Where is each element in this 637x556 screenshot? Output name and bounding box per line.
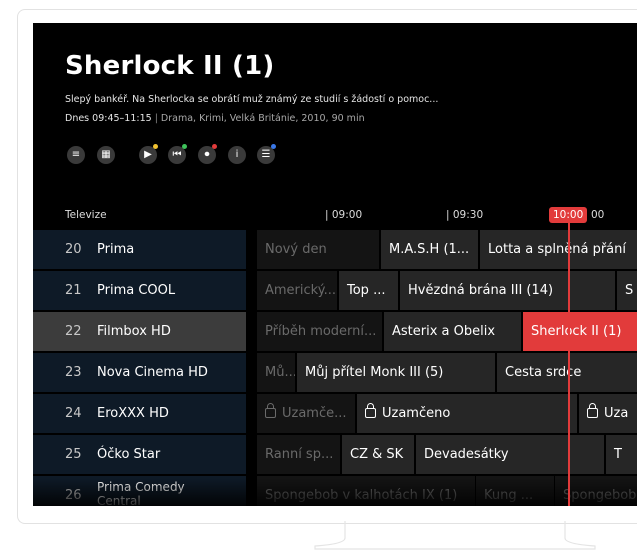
- program-cell[interactable]: CZ & SK: [342, 435, 414, 474]
- meta-separator: |: [154, 113, 158, 124]
- status-dot: [271, 144, 276, 149]
- status-dot: [182, 144, 187, 149]
- channel-row: 21 Prima COOL Americký... Top ... Hvězdná br…: [33, 271, 637, 311]
- program-cell[interactable]: M.A.S.H (1...: [381, 230, 478, 269]
- program-meta: Dnes 09:45–11:15 | Drama, Krimi, Velká B…: [65, 113, 365, 124]
- channel-cell[interactable]: 20 Prima: [33, 230, 246, 269]
- channel-cell[interactable]: 24 EroXXX HD: [33, 394, 246, 433]
- channel-name: Filmbox HD: [97, 324, 171, 339]
- now-time-badge: 10:00: [549, 207, 588, 223]
- program-title: S: [625, 283, 634, 298]
- program-title: Sherlock II (1): [531, 324, 622, 339]
- channel-row: 20 Prima Nový den M.A.S.H (1... Lotta a spln…: [33, 230, 637, 270]
- program-cell[interactable]: Lotta a splněná přání: [480, 230, 637, 269]
- program-cell[interactable]: Příběh moderní...: [257, 312, 382, 351]
- lock-icon: [587, 403, 598, 418]
- program-details: Drama, Krimi, Velká Británie, 2010, 90 m…: [160, 113, 365, 124]
- timeline-header: Televize | 09:00 | 09:30 00 10:00: [33, 207, 637, 229]
- channel-row: 24 EroXXX HD Uzamče... Uzamčeno Uza: [33, 394, 637, 434]
- channel-row: 22 Filmbox HD Příběh moderní... Asterix a O…: [33, 312, 637, 352]
- status-dot: [212, 144, 217, 149]
- channel-row: 23 Nova Cinema HD Mů... Můj přítel Monk III…: [33, 353, 637, 393]
- channel-name: EroXXX HD: [97, 406, 169, 421]
- program-cell[interactable]: Sherlock II (1): [523, 312, 637, 351]
- program-title: Můj přítel Monk III (5): [305, 365, 444, 380]
- program-title: Uzamčeno: [382, 406, 451, 421]
- channel-row: 25 Óčko Star Ranní sp... CZ & SK Devadesátky…: [33, 435, 637, 475]
- program-time: Dnes 09:45–11:15: [65, 113, 152, 124]
- lock-icon: [265, 403, 276, 418]
- time-tick: | 09:30: [446, 209, 484, 221]
- channel-cell[interactable]: 25 Óčko Star: [33, 435, 246, 474]
- lock-icon: [365, 403, 376, 418]
- channel-name: Óčko Star: [97, 447, 161, 462]
- channel-number: 25: [65, 447, 82, 462]
- channel-number: 20: [65, 242, 82, 257]
- monitor-stand: [314, 521, 596, 550]
- channel-number: 24: [65, 406, 82, 421]
- channel-number: 23: [65, 365, 82, 380]
- program-title: Asterix a Obelix: [392, 324, 496, 339]
- channel-cell[interactable]: 23 Nova Cinema HD: [33, 353, 246, 392]
- info-icon[interactable]: i: [228, 146, 246, 164]
- time-tick-suffix: 00: [591, 209, 605, 221]
- program-cell[interactable]: Americký...: [257, 271, 337, 310]
- program-title: Nový den: [265, 242, 327, 257]
- program-title: Uza: [604, 406, 629, 421]
- status-dot: [153, 144, 158, 149]
- channel-number: 22: [65, 324, 82, 339]
- timeline-label: Televize: [65, 209, 107, 221]
- program-title: Sherlock II (1): [65, 51, 275, 81]
- program-title: Uzamče...: [282, 406, 347, 421]
- program-title: Ranní sp...: [265, 447, 334, 462]
- time-tick: | 09:00: [325, 209, 363, 221]
- program-title: Americký...: [265, 283, 336, 298]
- bottom-fade: [33, 478, 637, 506]
- program-title: Lotta a splněná přání: [488, 242, 626, 257]
- program-title: Příběh moderní...: [265, 324, 377, 339]
- program-description: Slepý bankéř. Na Sherlocka se obrátí muž…: [65, 94, 439, 105]
- program-cell[interactable]: Asterix a Obelix: [384, 312, 521, 351]
- program-cell[interactable]: T: [606, 435, 637, 474]
- channel-name: Nova Cinema HD: [97, 365, 208, 380]
- program-title: T: [614, 447, 622, 462]
- channel-cell[interactable]: 22 Filmbox HD: [33, 312, 246, 351]
- program-cell[interactable]: Nový den: [257, 230, 379, 269]
- program-cell[interactable]: Top ...: [339, 271, 398, 310]
- program-title: Mů...: [265, 365, 295, 380]
- tv-screen: Sherlock II (1) Slepý bankéř. Na Sherloc…: [33, 23, 637, 506]
- channel-name: Prima COOL: [97, 283, 176, 298]
- program-title: M.A.S.H (1...: [389, 242, 470, 257]
- calendar-icon[interactable]: ▦: [97, 146, 115, 164]
- program-title: Top ...: [347, 283, 386, 298]
- channel-cell[interactable]: 21 Prima COOL: [33, 271, 246, 310]
- program-cell[interactable]: Ranní sp...: [257, 435, 340, 474]
- program-cell[interactable]: Cesta srdce: [497, 353, 637, 392]
- program-title: Devadesátky: [424, 447, 509, 462]
- now-indicator-line: [568, 223, 570, 506]
- channel-name: Prima: [97, 242, 135, 257]
- program-cell[interactable]: Uzamče...: [257, 394, 355, 433]
- channel-number: 21: [65, 283, 82, 298]
- program-cell[interactable]: Hvězdná brána III (14): [400, 271, 615, 310]
- program-title: CZ & SK: [350, 447, 404, 462]
- program-cell[interactable]: Můj přítel Monk III (5): [297, 353, 495, 392]
- program-cell[interactable]: Uza: [579, 394, 637, 433]
- program-cell[interactable]: S: [617, 271, 637, 310]
- program-cell[interactable]: Uzamčeno: [357, 394, 577, 433]
- program-cell[interactable]: Mů...: [257, 353, 295, 392]
- list-icon[interactable]: ≡: [67, 146, 85, 164]
- program-cell[interactable]: Devadesátky: [416, 435, 604, 474]
- program-title: Hvězdná brána III (14): [408, 283, 554, 298]
